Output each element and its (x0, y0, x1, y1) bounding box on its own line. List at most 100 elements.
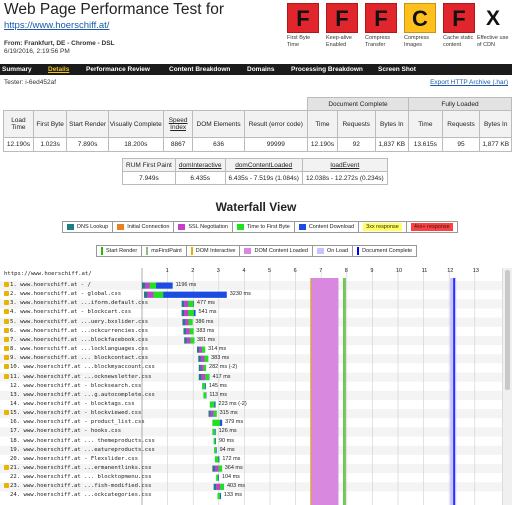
tab-processing-breakdown[interactable]: Processing Breakdown (291, 64, 363, 75)
request-row-label[interactable]: 1. www.hoerschiff.at - / (4, 281, 91, 289)
grade-first-byte[interactable]: F First Byte Time (287, 3, 323, 48)
request-row-label[interactable]: 6. www.hoerschiff.at ...ockcurrencies.cs… (4, 327, 148, 335)
col-load-event[interactable]: loadEvent (301, 158, 388, 172)
request-row-label[interactable]: 23. www.hoerschiff.at ...fish-modified.c… (4, 482, 151, 490)
request-row-label[interactable]: 19. www.hoerschiff.at ...eatureproducts.… (4, 446, 155, 454)
request-bar-segment (197, 346, 200, 353)
lock-icon (4, 291, 9, 297)
request-bar-segment (188, 300, 194, 307)
col-visually-complete: Visually Complete (107, 110, 164, 138)
value-full-time: 13.615s (407, 137, 443, 152)
request-row-label[interactable]: 3. www.hoerschiff.at ...iform.default.cs… (4, 299, 148, 307)
page-title: Web Page Performance Test for (4, 1, 224, 18)
scroll-thumb[interactable] (505, 270, 510, 390)
time-tick-label: 1 (165, 268, 169, 274)
request-row-label[interactable]: 5. www.hoerschiff.at ...uery.bxslider.cs… (4, 318, 148, 326)
value-dom-elements: 636 (192, 137, 245, 152)
request-row-label[interactable]: 9. www.hoerschiff.at ... blockcontact.cs… (4, 354, 148, 362)
request-row-label[interactable]: 22. www.hoerschiff.at ... blocktopmenu.c… (4, 473, 151, 481)
page-url-label: https://www.hoerschiff.at/ (4, 271, 92, 277)
request-row-label[interactable]: 18. www.hoerschiff.at ... themeproducts.… (4, 437, 155, 445)
request-row-label[interactable]: 8. www.hoerschiff.at ...locklanguages.cs… (4, 345, 148, 353)
request-row-label[interactable]: 16. www.hoerschiff.at - product_list.css (4, 418, 145, 426)
request-row-label[interactable]: 13. www.hoerschiff.at ...g.autocomplete.… (4, 391, 155, 399)
lock-icon (4, 373, 9, 379)
value-load-time: 12.190s (3, 137, 34, 152)
result-tabs: Summary Details Performance Review Conte… (0, 64, 512, 75)
request-duration-label: 403 ms (226, 483, 246, 490)
request-row-label[interactable]: 10. www.hoerschiff.at ...blockmyaccount.… (4, 363, 155, 371)
request-row-label[interactable]: 17. www.hoerschiff.at - hooks.css (4, 427, 121, 435)
value-full-bytes: 1,877 KB (479, 137, 512, 152)
grade-cdn[interactable]: X Effective use of CDN (477, 3, 512, 48)
request-bar-download (220, 419, 223, 426)
grade-keep-alive[interactable]: F Keep-alive Enabled (326, 3, 362, 48)
col-doc-bytes: Bytes In (374, 110, 409, 138)
group-document-complete: Document Complete (307, 97, 409, 111)
tab-performance-review[interactable]: Performance Review (86, 64, 150, 75)
request-bar-segment (181, 309, 185, 317)
request-row-label[interactable]: 4. www.hoerschiff.at - blockcart.css (4, 308, 131, 316)
col-doc-time: Time (307, 110, 338, 138)
request-row-label[interactable]: 12. www.hoerschiff.at - blocksearch.css (4, 382, 141, 390)
value-visually-complete: 18.200s (107, 137, 164, 152)
request-bar-segment (186, 337, 191, 344)
export-har-link[interactable]: Export HTTP Archive (.har) (430, 79, 508, 86)
tab-summary[interactable]: Summary (2, 64, 32, 75)
test-location: From: Frankfurt, DE - Chrome - DSL (4, 40, 115, 47)
request-row-label[interactable]: 7. www.hoerschiff.at ...blockfacebook.cs… (4, 336, 148, 344)
request-row-label[interactable]: 2. www.hoerschiff.at - global.css (4, 290, 121, 298)
request-bar-segment (185, 319, 189, 326)
request-bar-download (215, 447, 217, 454)
tab-screen-shot[interactable]: Screen Shot (378, 64, 416, 75)
request-duration-label: 417 ms (212, 373, 231, 380)
col-dom-interactive[interactable]: domInteractive (174, 158, 226, 172)
request-duration-label: 133 ms (223, 492, 242, 499)
request-bar-segment (202, 346, 206, 353)
request-bar-segment (198, 364, 201, 371)
tab-details[interactable]: Details (48, 64, 69, 75)
col-dom-content-loaded[interactable]: domContentLoaded (224, 158, 303, 172)
legend-dns: DNS Lookup (63, 221, 114, 233)
tab-domains[interactable]: Domains (247, 64, 274, 75)
waterfall-scrollbar[interactable] (502, 268, 512, 505)
request-duration-label: 3230 ms (229, 291, 251, 298)
time-tick-label: 13 (472, 268, 479, 274)
request-bar-segment (153, 291, 164, 298)
value-load-event: 12.038s - 12.272s (0.234s) (301, 171, 388, 185)
legend-ssl: SSL Negotiation (174, 221, 233, 233)
request-row-label[interactable]: 21. www.hoerschiff.at ...ermanentlinks.c… (4, 464, 151, 472)
request-bar-segment (189, 328, 194, 335)
col-first-byte: First Byte (32, 110, 68, 138)
col-doc-requests: Requests (336, 110, 376, 138)
grade-compress-images[interactable]: C Compress Images (404, 3, 440, 48)
ttfb-swatch-icon (236, 224, 244, 230)
request-bar-segment (149, 282, 157, 289)
request-bar-download (218, 456, 220, 463)
lock-icon (4, 483, 9, 489)
grade-compress-transfer[interactable]: F Compress Transfer (365, 3, 401, 48)
lock-icon (4, 327, 9, 333)
value-doc-bytes: 1,837 KB (374, 137, 409, 152)
request-duration-label: 383 ms (196, 327, 215, 334)
col-speed-index[interactable]: Speed Index (162, 110, 194, 138)
grade-cache-static[interactable]: F Cache static content (443, 3, 479, 48)
request-row-label[interactable]: 20. www.hoerschiff.at - Flexslider.css (4, 455, 138, 463)
request-row-label[interactable]: 24. www.hoerschiff.at ...ockcategories.c… (4, 491, 151, 499)
request-duration-label: 381 ms (196, 336, 216, 343)
request-row-label[interactable]: 14. www.hoerschiff.at - blocktags.css (4, 400, 135, 408)
time-tick-label: 11 (421, 268, 428, 274)
request-row-label[interactable]: 15. www.hoerschiff.at - blockviewed.css (4, 409, 141, 417)
request-bar-segment (183, 328, 187, 335)
request-duration-label: 223 ms (-2) (218, 400, 247, 407)
request-duration-label: 383 ms (211, 355, 230, 362)
grade-label: Cache static content (443, 35, 474, 48)
dns-swatch-icon (67, 224, 74, 230)
request-bar-download (218, 474, 219, 481)
grade-letter: F (326, 3, 358, 33)
request-row-label[interactable]: 11. www.hoerschiff.at ...ocknewsletter.c… (4, 373, 151, 381)
tested-url-link[interactable]: https://www.hoerschiff.at/ (4, 20, 109, 31)
tab-content-breakdown[interactable]: Content Breakdown (169, 64, 230, 75)
legend-download: Content Download (295, 221, 360, 233)
grade-letter: F (365, 3, 397, 33)
